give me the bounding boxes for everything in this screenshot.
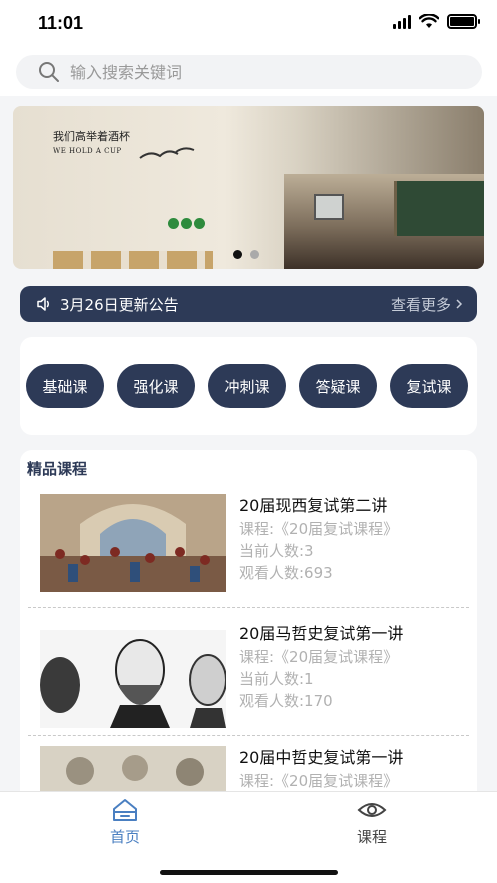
status-time: 11:01 (38, 13, 84, 33)
notice-text: 3月26日更新公告 (60, 295, 179, 314)
category-qa-button[interactable]: 答疑课 (299, 364, 377, 408)
view-more-label: 查看更多 (390, 295, 451, 314)
carousel-dots[interactable] (233, 250, 259, 259)
course-series: 课程:《20届复试课程》 (239, 648, 399, 666)
course-item[interactable]: 20届现西复试第二讲 课程:《20届复试课程》 当前人数:3 观看人数:693 (28, 480, 469, 608)
home-indicator (160, 870, 338, 875)
battery-icon (447, 14, 480, 29)
course-item[interactable]: 20届马哲史复试第一讲 课程:《20届复试课程》 当前人数:1 观看人数:170 (28, 608, 469, 736)
books-decoration (53, 251, 213, 269)
home-icon (113, 799, 137, 821)
course-current-count: 当前人数:3 (239, 542, 314, 560)
course-thumbnail (40, 630, 226, 728)
search-bar (0, 48, 497, 96)
bird-icon (139, 147, 195, 159)
tab-home-label: 首页 (109, 828, 140, 846)
blackboard-image (394, 181, 484, 236)
category-retest-button[interactable]: 复试课 (390, 364, 468, 408)
tab-courses-label: 课程 (356, 828, 387, 846)
course-title: 20届中哲史复试第一讲 (239, 748, 404, 767)
tab-home[interactable]: 首页 (85, 798, 165, 847)
status-bar: 11:01 (0, 0, 497, 48)
course-info: 20届现西复试第二讲 课程:《20届复试课程》 当前人数:3 观看人数:693 (239, 494, 398, 584)
banner-calligraphy: 我们高举着酒杯 WE HOLD A CUP (53, 128, 130, 155)
wifi-icon (419, 14, 439, 28)
course-series: 课程:《20届复试课程》 (239, 520, 399, 538)
search-box[interactable] (16, 55, 482, 89)
category-basic-button[interactable]: 基础课 (26, 364, 104, 408)
notice-bar[interactable]: 3月26日更新公告 查看更多 (20, 286, 477, 322)
course-view-count: 观看人数:170 (239, 692, 333, 710)
speaker-icon (37, 297, 49, 311)
tab-bar: 首页 课程 (0, 791, 497, 883)
banner-calligraphy-subtitle: WE HOLD A CUP (53, 147, 122, 155)
category-card: 基础课 强化课 冲刺课 答疑课 复试课 (20, 337, 477, 435)
course-thumbnail (40, 494, 226, 592)
eye-icon (357, 803, 387, 817)
tab-courses[interactable]: 课程 (332, 798, 412, 847)
course-current-count: 当前人数:1 (239, 670, 314, 688)
course-series: 课程:《20届复试课程》 (239, 772, 399, 790)
search-icon (39, 62, 59, 82)
category-intensive-button[interactable]: 强化课 (117, 364, 195, 408)
banner-carousel[interactable]: 我们高举着酒杯 WE HOLD A CUP (13, 106, 484, 269)
status-icons (393, 14, 480, 29)
course-title: 20届马哲史复试第一讲 (239, 624, 404, 643)
banner-calligraphy-title: 我们高举着酒杯 (53, 130, 130, 143)
featured-courses-heading: 精品课程 (27, 460, 88, 478)
course-info: 20届马哲史复试第一讲 课程:《20届复试课程》 当前人数:1 观看人数:170 (239, 622, 403, 712)
course-info: 20届中哲史复试第一讲 课程:《20届复试课程》 (239, 746, 403, 792)
view-more-link[interactable]: 查看更多 (391, 294, 463, 315)
monitor-image (314, 194, 344, 220)
category-sprint-button[interactable]: 冲刺课 (208, 364, 286, 408)
featured-courses-card: 精品课程 20届现西复试第二讲 课程:《20届复试课程》 当前人数:3 观看人数… (20, 450, 477, 810)
carousel-dot[interactable] (250, 250, 259, 259)
course-title: 20届现西复试第二讲 (239, 496, 388, 515)
carousel-dot[interactable] (233, 250, 242, 259)
chevron-right-icon (456, 299, 463, 309)
course-view-count: 观看人数:693 (239, 564, 333, 582)
search-input[interactable] (70, 62, 430, 82)
cellular-signal-icon (393, 14, 411, 29)
leaves-decoration (168, 218, 205, 229)
